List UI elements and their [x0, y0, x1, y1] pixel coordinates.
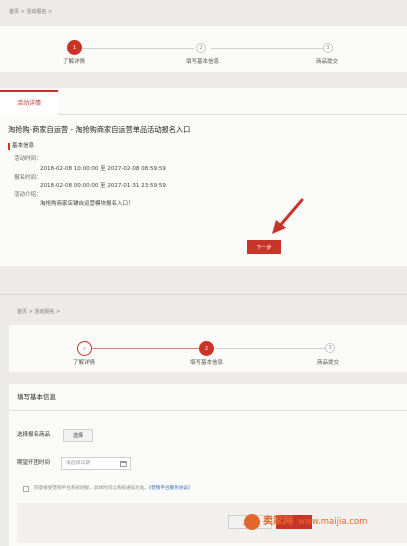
section-marker	[8, 143, 10, 150]
section-label: 基本信息	[12, 143, 35, 149]
calendar-icon[interactable]	[120, 461, 127, 467]
panel-divider	[0, 294, 407, 295]
chevron-right-icon: >	[48, 9, 53, 15]
step-connector	[211, 48, 323, 49]
step-1-label: 了解详情	[63, 59, 86, 65]
step-connector	[82, 48, 194, 49]
step-1-label: 了解详情	[73, 360, 96, 366]
section-divider	[9, 410, 407, 411]
step-3-label: 商品提交	[316, 59, 339, 65]
step-connector	[214, 348, 325, 349]
step-2-circle: 2	[196, 43, 206, 53]
date-input[interactable]: 请选择日期	[61, 457, 131, 470]
activity-title: 淘抢购-商家自运营 - 淘抢购商家自运营单品活动报名入口	[8, 125, 191, 134]
chevron-right-icon: >	[56, 309, 61, 315]
step-2-label: 填写基本信息	[190, 360, 224, 366]
step-3-circle: 3	[325, 343, 335, 353]
select-product-label: 选择报名商品	[17, 432, 51, 438]
watermark: 卖家网 www.maijia.com	[244, 514, 367, 530]
step-1-circle: 1	[67, 40, 82, 55]
watermark-url: www.maijia.com	[298, 516, 368, 527]
date-label: 期望开团时间	[17, 460, 51, 466]
select-product-button[interactable]: 选择	[63, 429, 93, 442]
tab-activity-detail[interactable]: 活动详情	[0, 90, 58, 115]
step-2-circle: 2	[199, 341, 214, 356]
intro-value: 淘抢购商家店铺自运营模块报名入口！	[40, 201, 134, 207]
agree-checkbox[interactable]	[23, 486, 29, 492]
activity-time-label: 活动时间：	[14, 156, 42, 162]
logo-icon	[244, 514, 260, 530]
signup-time-value: 2018-02-08 00:00:00 至 2027-01-31 23:59:5…	[40, 183, 166, 189]
section-title: 填写基本信息	[17, 393, 56, 401]
watermark-brand: 卖家网	[263, 516, 293, 527]
breadcrumb: 首页 > 活动报名 >	[17, 310, 60, 315]
intro-label: 活动介绍：	[14, 192, 42, 198]
next-step-button[interactable]: 下一步	[247, 240, 281, 254]
activity-time-value: 2018-02-08 10:00:00 至 2027-02-08 08:59:5…	[40, 166, 166, 172]
tab-divider	[0, 114, 407, 115]
check-icon: ✓	[77, 341, 92, 356]
agree-text: 同意接受营销平台系统则规，具体时间以系统通知为准。《营销平台服务协议》	[34, 486, 193, 492]
arrow-annotation-icon	[272, 198, 304, 234]
breadcrumb-home[interactable]: 首页	[17, 309, 27, 315]
breadcrumb-home[interactable]: 首页	[9, 9, 19, 15]
step-2-label: 填写基本信息	[186, 59, 220, 65]
step-3-circle: 3	[323, 43, 333, 53]
date-placeholder: 请选择日期	[66, 461, 90, 466]
agreement-link[interactable]: 《营销平台服务协议》	[149, 486, 193, 491]
agree-statement: 同意接受营销平台系统则规，具体时间以系统通知为准。	[34, 486, 149, 491]
step-3-label: 商品提交	[317, 360, 340, 366]
signup-time-label: 报名时间：	[14, 175, 42, 181]
step-connector-complete	[92, 348, 199, 349]
breadcrumb: 首页 > 活动报名 >	[9, 10, 52, 15]
breadcrumb-current: 活动报名	[34, 309, 55, 315]
breadcrumb-current: 活动报名	[26, 9, 47, 15]
